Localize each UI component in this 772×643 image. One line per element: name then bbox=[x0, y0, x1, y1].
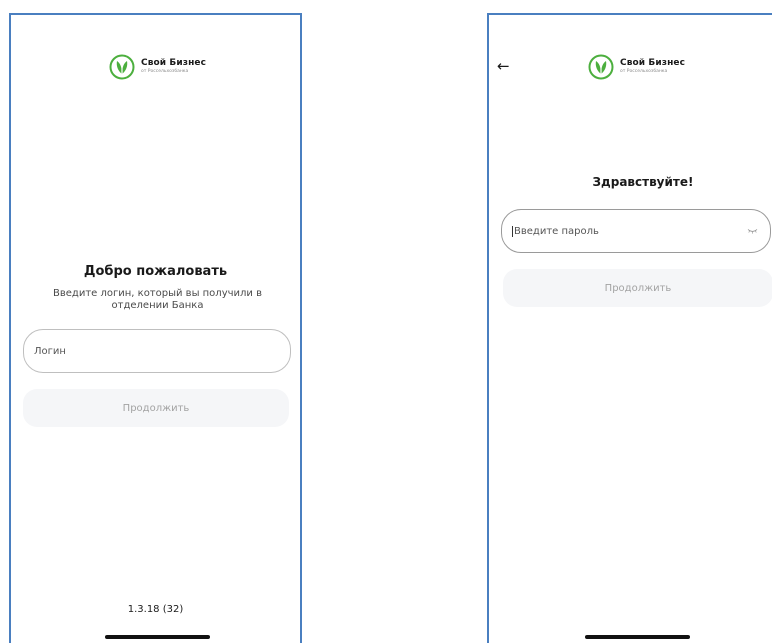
app-version: 1.3.18 (32) bbox=[127, 604, 184, 615]
bank-logo-icon bbox=[588, 54, 614, 80]
login-placeholder: Логин bbox=[34, 345, 66, 357]
continue-label: Продолжить bbox=[122, 402, 190, 414]
brand-subtitle: от Россельхозбанка bbox=[141, 69, 189, 75]
brand-logo: Свой Бизнес от Россельхозбанка bbox=[588, 54, 685, 80]
login-field[interactable]: Логин bbox=[23, 329, 291, 373]
text-cursor bbox=[512, 225, 513, 237]
bank-logo-icon bbox=[109, 54, 135, 80]
continue-button[interactable]: Продолжить bbox=[503, 269, 772, 307]
home-indicator[interactable] bbox=[585, 635, 690, 639]
continue-label: Продолжить bbox=[604, 282, 672, 294]
page-subtitle: Введите логин, который вы получили в отд… bbox=[53, 288, 262, 311]
page-title: Здравствуйте! bbox=[592, 175, 694, 189]
page-title: Добро пожаловать bbox=[83, 264, 228, 279]
continue-button[interactable]: Продолжить bbox=[23, 389, 289, 427]
brand-subtitle: от Россельхозбанка bbox=[620, 69, 668, 75]
password-screen: ← Свой Бизнес от Россельхозбанка Здравст… bbox=[487, 13, 772, 643]
brand-name: Свой Бизнес bbox=[141, 58, 207, 69]
eye-closed-icon[interactable] bbox=[747, 228, 758, 234]
password-field[interactable]: Введите пароль bbox=[501, 209, 771, 253]
login-screen: Свой Бизнес от Россельхозбанка Добро пож… bbox=[9, 13, 302, 643]
password-placeholder: Введите пароль bbox=[514, 225, 599, 237]
back-arrow-icon[interactable]: ← bbox=[497, 57, 510, 75]
brand-name: Свой Бизнес bbox=[620, 58, 686, 69]
home-indicator[interactable] bbox=[105, 635, 210, 639]
brand-logo: Свой Бизнес от Россельхозбанка bbox=[109, 54, 206, 80]
